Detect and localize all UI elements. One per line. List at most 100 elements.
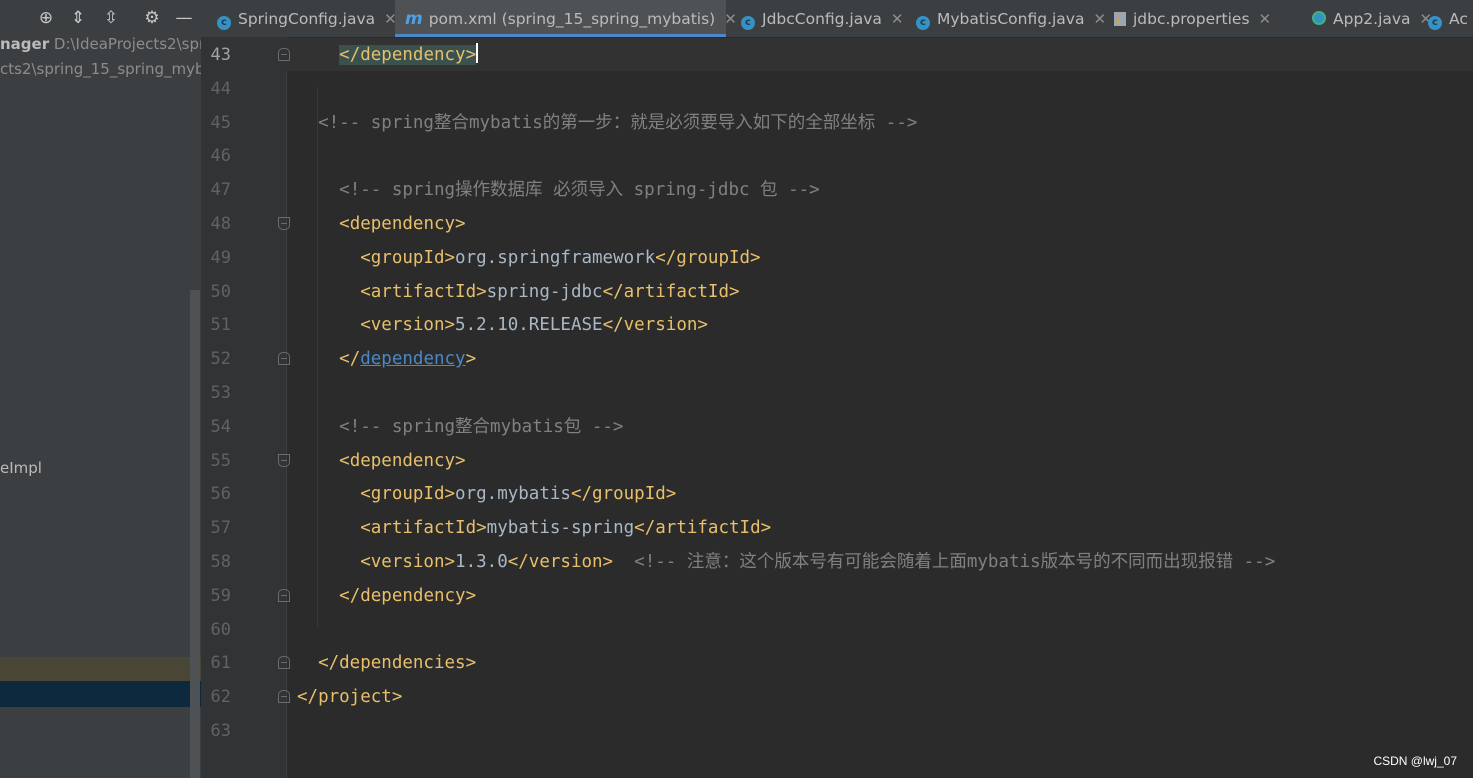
gear-icon[interactable]: ⚙ [142, 8, 162, 28]
close-icon[interactable]: ✕ [1259, 10, 1272, 28]
code-line[interactable]: 47 <!-- spring操作数据库 必须导入 spring-jdbc 包 -… [201, 173, 1473, 207]
code-line[interactable]: 60 [201, 613, 1473, 647]
code-line[interactable]: 59 </dependency> [201, 579, 1473, 613]
xml-tag-link: dependency [360, 349, 466, 370]
fold-close-icon[interactable] [278, 690, 290, 704]
hide-panel-icon[interactable]: — [174, 8, 194, 28]
code-text[interactable]: <!-- spring整合mybatis的第一步：就是必须要导入如下的全部坐标 … [297, 106, 917, 140]
tree-item-impl[interactable]: eImpl [0, 456, 42, 480]
code-line[interactable]: 49 <groupId>org.springframework</groupId… [201, 241, 1473, 275]
tab-jdbcconfig[interactable]: c JdbcConfig.java ✕ [731, 0, 904, 37]
code-token: org.springframework [455, 247, 656, 268]
fold-close-icon[interactable] [278, 588, 290, 602]
code-line[interactable]: 48 <dependency> [201, 207, 1473, 241]
tree-item-project-root[interactable]: nager D:\IdeaProjects2\sprin [0, 32, 201, 56]
code-line[interactable]: 45 <!-- spring整合mybatis的第一步：就是必须要导入如下的全部… [201, 106, 1473, 140]
code-token: spring-jdbc [486, 281, 603, 302]
project-panel-scrollbar[interactable] [190, 290, 200, 778]
fold-close-icon[interactable] [278, 656, 290, 670]
code-line[interactable]: 43 </dependency> [201, 38, 1473, 72]
code-line[interactable]: 50 <artifactId>spring-jdbc</artifactId> [201, 275, 1473, 309]
code-token: org.mybatis [455, 484, 571, 505]
code-line[interactable]: 54 <!-- spring整合mybatis包 --> [201, 410, 1473, 444]
code-editor[interactable]: 43 </dependency> 44 45 <!-- spring整合mybati… [201, 37, 1473, 778]
fold-close-icon[interactable] [278, 48, 290, 61]
xml-tag: <artifactId> [360, 281, 487, 302]
code-line[interactable]: 57 <artifactId>mybatis-spring</artifactI… [201, 511, 1473, 545]
line-number: 63 [210, 721, 231, 741]
tree-row-selected[interactable] [0, 681, 201, 707]
code-line[interactable]: 53 [201, 376, 1473, 410]
code-line[interactable]: 44 [201, 72, 1473, 106]
code-line[interactable]: 46 [201, 139, 1473, 173]
fold-open-icon[interactable] [278, 217, 290, 230]
code-text[interactable]: <artifactId>spring-jdbc</artifactId> [297, 275, 739, 309]
tab-mybatisconfig[interactable]: c MybatisConfig.java ✕ [906, 0, 1106, 37]
xml-tag: <groupId> [360, 484, 456, 505]
xml-tag: <version> [360, 552, 456, 572]
fold-open-icon[interactable] [278, 453, 290, 467]
watermark: CSDN @lwj_07 [1373, 754, 1457, 768]
tab-jdbc[interactable]: jdbc.properties ✕ [1104, 0, 1297, 37]
code-line[interactable]: 61 </dependencies> [201, 646, 1473, 680]
code-text[interactable]: </dependency> [297, 38, 479, 72]
tree-row-highlight[interactable] [0, 657, 201, 681]
xml-tag: </version> [602, 315, 708, 336]
code-line[interactable]: 58 <version>1.3.0</version> <!-- 注意：这个版本… [201, 545, 1473, 579]
xml-comment: <!-- spring操作数据库 必须导入 spring-jdbc 包 --> [339, 180, 820, 201]
line-number: 52 [210, 349, 231, 370]
line-number: 49 [210, 247, 231, 268]
code-text[interactable]: </project> [297, 680, 402, 714]
java-class-icon: c [1428, 16, 1442, 30]
line-number: 46 [210, 146, 231, 167]
code-text[interactable]: </dependencies> [297, 646, 476, 680]
xml-tag: </dependencies> [318, 653, 477, 674]
code-text[interactable]: </dependency> [297, 579, 476, 613]
code-text[interactable]: <!-- spring操作数据库 必须导入 spring-jdbc 包 --> [297, 173, 820, 207]
code-line[interactable]: 62 </project> [201, 680, 1473, 714]
line-number: 53 [210, 383, 231, 403]
code-line[interactable]: 52 </dependency> [201, 342, 1473, 376]
code-line[interactable]: 55 <dependency> [201, 444, 1473, 478]
code-text[interactable]: <!-- spring整合mybatis包 --> [297, 410, 623, 444]
code-line[interactable]: 63 [201, 714, 1473, 748]
collapse-all-icon[interactable]: ⇳ [101, 8, 121, 28]
code-line[interactable]: 56 <groupId>org.mybatis</groupId> [201, 477, 1473, 511]
locate-icon[interactable]: ⊕ [36, 8, 56, 28]
code-text[interactable]: <groupId>org.mybatis</groupId> [297, 477, 676, 511]
line-number: 55 [210, 450, 231, 471]
code-text[interactable]: </dependency> [297, 342, 476, 376]
xml-tag: </groupId> [570, 484, 677, 505]
code-text[interactable]: <artifactId>mybatis-spring</artifactId> [297, 511, 771, 545]
project-panel: ⊕ ⇕ ⇳ ⚙ — nager D:\IdeaProjects2\sprin c… [0, 0, 201, 778]
line-number: 44 [210, 78, 231, 99]
maven-icon: m [405, 9, 423, 29]
close-icon[interactable]: ✕ [891, 10, 904, 28]
line-number: 43 [210, 45, 231, 65]
line-number: 62 [210, 687, 231, 708]
tab-pom[interactable]: m pom.xml (spring_15_spring_mybatis) ✕ [395, 0, 737, 37]
fold-close-icon[interactable] [278, 352, 290, 366]
code-text[interactable]: <dependency> [297, 207, 466, 241]
code-text[interactable]: <dependency> [297, 444, 465, 478]
tab-label: Ac [1449, 10, 1468, 28]
code-token: mybatis-spring [486, 518, 635, 539]
code-text[interactable]: <groupId>org.springframework</groupId> [297, 241, 760, 275]
code-line[interactable]: 51 <version>5.2.10.RELEASE</version> [201, 308, 1473, 342]
tab-ac[interactable]: c Ac [1418, 0, 1473, 37]
xml-tag: </dependency> [339, 585, 477, 606]
expand-all-icon[interactable]: ⇕ [68, 8, 88, 28]
tab-label: MybatisConfig.java [937, 10, 1085, 28]
tree-item-module-path[interactable]: cts2\spring_15_spring_myba [0, 57, 201, 81]
code-text[interactable]: <version>1.3.0</version> <!-- 注意：这个版本号有可… [297, 545, 1275, 579]
tab-app2[interactable]: App2.java ✕ [1302, 0, 1432, 37]
tab-springconfig[interactable]: c SpringConfig.java ✕ [207, 0, 397, 37]
xml-tag: <dependency> [339, 214, 466, 234]
line-number: 51 [210, 315, 231, 336]
code-text[interactable]: <version>5.2.10.RELEASE</version> [297, 308, 708, 342]
